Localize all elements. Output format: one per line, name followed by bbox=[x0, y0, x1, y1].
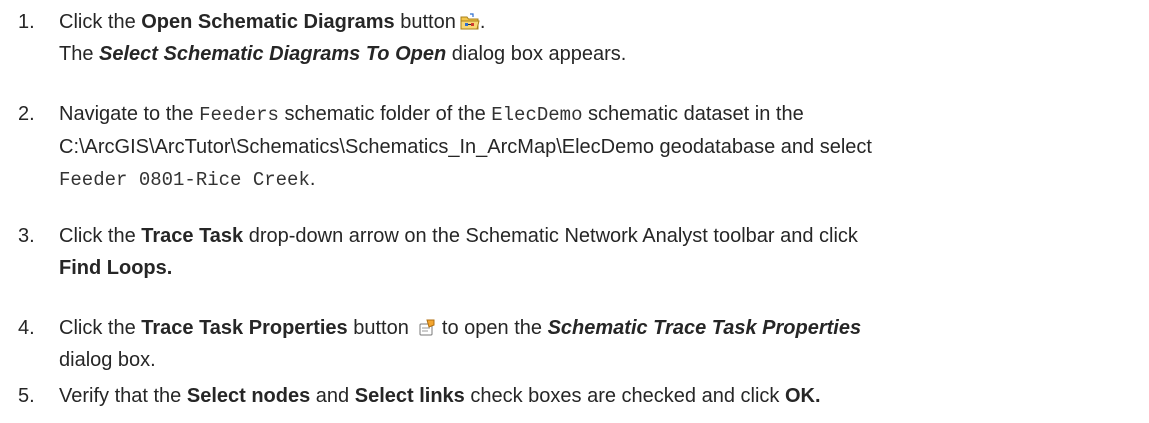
step-number: 5. bbox=[18, 385, 35, 407]
step-line: Navigate to the Feeders schematic folder… bbox=[59, 103, 804, 126]
step-body: Click the Open Schematic Diagrams button… bbox=[59, 6, 1134, 70]
step-line: Click the Trace Task Properties button t… bbox=[59, 317, 862, 339]
option-name: Select links bbox=[354, 385, 465, 407]
step-body: Click the Trace Task Properties button t… bbox=[59, 312, 1134, 376]
geodatabase-path: C:\ArcGIS\ArcTutor\Schematics\Schematics… bbox=[59, 136, 872, 158]
diagram-name: Feeder 0801-Rice Creek bbox=[59, 169, 310, 191]
step-number: 3. bbox=[18, 225, 35, 247]
dialog-name: Schematic Trace Task Properties bbox=[547, 317, 862, 339]
step-line: Click the Open Schematic Diagrams button… bbox=[59, 11, 486, 33]
step-line: The Select Schematic Diagrams To Open di… bbox=[59, 43, 627, 65]
button-name: Open Schematic Diagrams bbox=[141, 11, 395, 33]
step-body: Navigate to the Feeders schematic folder… bbox=[59, 98, 1134, 196]
trace-task-properties-icon bbox=[418, 319, 436, 337]
button-name: OK. bbox=[784, 385, 821, 407]
step-line: Click the Trace Task drop-down arrow on … bbox=[59, 225, 858, 247]
dataset-name: ElecDemo bbox=[491, 104, 583, 126]
button-name: Trace Task Properties bbox=[141, 317, 348, 339]
step-number: 2. bbox=[18, 103, 35, 125]
step-body: Verify that the Select nodes and Select … bbox=[59, 380, 1134, 412]
step-number: 1. bbox=[18, 11, 35, 33]
step-number: 4. bbox=[18, 317, 35, 339]
step-line: Feeder 0801-Rice Creek. bbox=[59, 168, 316, 191]
dialog-name: Select Schematic Diagrams To Open bbox=[99, 43, 447, 65]
open-schematic-diagrams-icon bbox=[460, 13, 480, 31]
option-name: Select nodes bbox=[186, 385, 311, 407]
step-line: Find Loops. bbox=[59, 252, 1134, 284]
command-name: Find Loops. bbox=[59, 257, 173, 279]
task-name: Trace Task bbox=[141, 225, 244, 247]
step-line: dialog box. bbox=[59, 349, 156, 371]
step-line: Verify that the Select nodes and Select … bbox=[59, 385, 821, 407]
folder-name: Feeders bbox=[199, 104, 279, 126]
step-body: Click the Trace Task drop-down arrow on … bbox=[59, 220, 1134, 284]
